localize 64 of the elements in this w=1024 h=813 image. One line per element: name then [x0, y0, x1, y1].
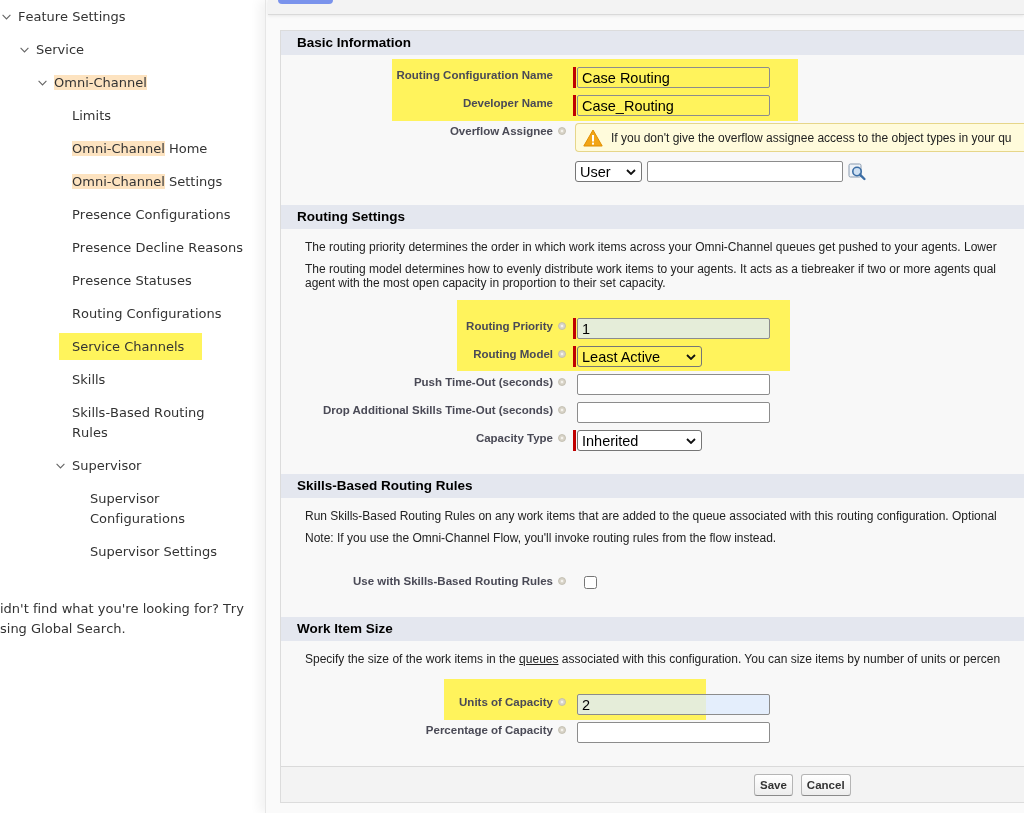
chevron-down-icon — [626, 168, 636, 175]
nav-item[interactable]: Service Channels — [59, 333, 203, 360]
dropdown[interactable]: Inherited — [577, 430, 702, 451]
field-label: Capacity Type — [474, 431, 553, 445]
form-button[interactable]: Cancel — [800, 774, 851, 796]
description-text: The routing priority determines the order in which work items across your Omni-Channel queues get pushed to your agents. Lower — [305, 240, 998, 254]
search-match-highlight: Omni-Channel — [72, 173, 165, 189]
section-header: Routing Settings — [281, 205, 1024, 229]
nav-item[interactable]: Skills — [72, 369, 106, 390]
search-icon[interactable] — [848, 162, 866, 181]
field-label: Developer Name — [461, 96, 553, 110]
nav-item[interactable]: Omni-Channel Settings — [72, 171, 223, 192]
chevron-down-icon[interactable] — [20, 46, 29, 53]
nav-item[interactable]: Supervisor Settings — [90, 541, 217, 562]
text-field[interactable]: 1 — [577, 318, 770, 339]
checkbox[interactable] — [584, 576, 597, 589]
text-field[interactable] — [577, 722, 770, 743]
description-text: Run Skills-Based Routing Rules on any work items that are added to the queue associated with this routing configuration. Optional — [305, 509, 998, 523]
chevron-down-icon[interactable] — [38, 79, 47, 86]
nav-item[interactable]: Supervisor — [72, 455, 142, 476]
field-label: Drop Additional Skills Time-Out (seconds) — [321, 403, 553, 417]
description-text: Note: If you use the Omni-Channel Flow, you'll invoke routing rules from the flow instead. — [305, 531, 778, 545]
nav-item[interactable]: Supervisor Configurations — [90, 488, 244, 529]
dropdown[interactable]: Least Active — [577, 346, 702, 367]
field-label: Routing Model — [472, 347, 553, 361]
search-hint-text: idn't find what you're looking for? Try sing Global Search. — [0, 600, 244, 638]
field-label: Units of Capacity — [458, 695, 553, 709]
text-field[interactable] — [577, 374, 770, 395]
form-button[interactable]: Save — [754, 774, 793, 796]
nav-item[interactable]: Omni-Channel Home — [72, 138, 208, 159]
description-text: Specify the size of the work items in the queues associated with this configuration. You can size items by number of units or percen — [305, 652, 1002, 666]
text-field[interactable] — [647, 161, 843, 182]
link[interactable]: queues — [519, 652, 559, 666]
chevron-down-icon[interactable] — [56, 462, 65, 469]
nav-item[interactable]: Service — [36, 39, 85, 60]
partial-button[interactable] — [278, 0, 333, 4]
text-field[interactable]: 2 — [577, 694, 770, 715]
nav-item[interactable]: Routing Configurations — [72, 303, 222, 324]
nav-item[interactable]: Feature Settings — [18, 6, 126, 27]
nav-item[interactable]: Limits — [72, 105, 111, 126]
dropdown[interactable]: User — [575, 161, 642, 182]
search-match-highlight: Omni-Channel — [72, 140, 165, 156]
nav-item[interactable]: Presence Configurations — [72, 204, 231, 225]
field-label: Push Time-Out (seconds) — [412, 375, 553, 389]
text-field[interactable] — [577, 402, 770, 423]
text-field[interactable]: Case_Routing — [577, 95, 770, 116]
chevron-down-icon — [686, 437, 696, 444]
nav-item[interactable]: Presence Decline Reasons — [72, 237, 243, 258]
section-header: Skills-Based Routing Rules — [281, 474, 1024, 498]
section-header: Work Item Size — [281, 617, 1024, 641]
field-label: Routing Priority — [465, 319, 553, 333]
nav-item[interactable]: Presence Statuses — [72, 270, 192, 291]
text-field[interactable]: Case Routing — [577, 67, 770, 88]
field-label: Overflow Assignee — [448, 124, 553, 138]
field-label: Use with Skills-Based Routing Rules — [352, 574, 553, 588]
field-label: Percentage of Capacity — [424, 723, 553, 737]
chevron-down-icon[interactable] — [2, 13, 11, 20]
section-header: Basic Information — [281, 31, 1024, 55]
nav-item[interactable]: Skills-Based Routing Rules — [72, 402, 244, 443]
warning-icon — [583, 128, 603, 147]
field-label: Routing Configuration Name — [395, 68, 553, 82]
chevron-down-icon — [686, 353, 696, 360]
warning-text: If you don't give the overflow assignee access to the object types in your qu — [611, 130, 1012, 145]
description-text: The routing model determines how to evenly distribute work items to your agents. It acts as a tiebreaker if two or more agents qual agent with the most open capacity in proportion to their set capacity. — [305, 262, 997, 290]
